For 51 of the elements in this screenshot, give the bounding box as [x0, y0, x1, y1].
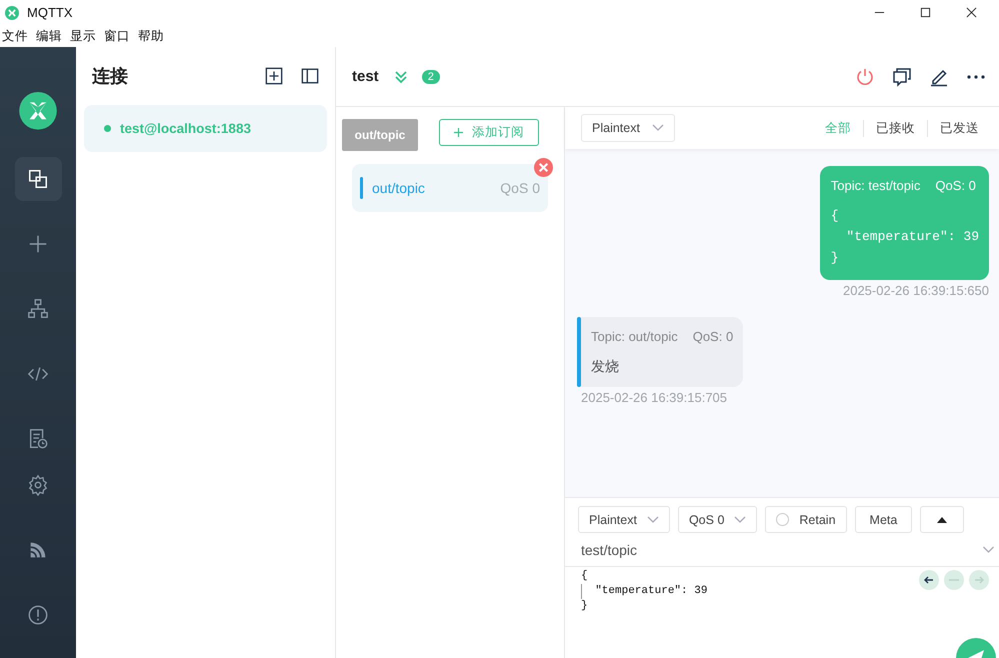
- subscription-qos: QoS 0: [500, 180, 540, 196]
- message-payload: { "temperature": 39 }: [830, 207, 979, 267]
- topic-field[interactable]: test/topic: [565, 533, 999, 567]
- message-time: 2025-02-26 16:39:15:650: [842, 283, 989, 298]
- plus-icon: [454, 128, 463, 137]
- chat-icon[interactable]: [892, 66, 912, 86]
- caret-icon: [646, 516, 659, 524]
- app-logo-icon: [18, 92, 58, 130]
- arrow-left-icon[interactable]: [919, 570, 939, 590]
- message-time: 2025-02-26 16:39:15:705: [581, 390, 728, 405]
- unread-badge: 2: [422, 70, 440, 84]
- menu-item[interactable]: 帮助: [138, 28, 164, 44]
- message-qos: QoS: 0: [692, 329, 734, 344]
- app-logo-icon: [5, 6, 19, 20]
- subscription-topic: out/topic: [372, 180, 425, 196]
- filter-tab[interactable]: 已接收: [863, 120, 927, 136]
- qos-select[interactable]: QoS 0: [678, 506, 758, 533]
- expand-button[interactable]: [920, 506, 964, 533]
- triangle-up-icon: [937, 516, 948, 522]
- menu-item[interactable]: 编辑: [36, 28, 62, 44]
- sidebar-item[interactable]: [14, 156, 62, 201]
- document-clock-icon: [27, 428, 49, 450]
- message-topic: Topic: out/topic: [591, 329, 678, 344]
- menu-item[interactable]: 窗口: [104, 28, 130, 44]
- caret-icon: [734, 516, 746, 524]
- menu-item[interactable]: 显示: [70, 28, 96, 44]
- menu-item[interactable]: 文件: [2, 28, 28, 44]
- filter-tab[interactable]: 已发送: [927, 120, 991, 136]
- info-icon: [27, 604, 49, 626]
- meta-button[interactable]: Meta: [854, 506, 912, 533]
- hierarchy-icon: [27, 298, 49, 320]
- format-select[interactable]: Plaintext: [581, 114, 675, 142]
- overlapping-squares-icon: [27, 168, 49, 190]
- format-select[interactable]: Plaintext: [578, 506, 670, 533]
- maximize-icon[interactable]: [920, 7, 931, 18]
- retain-checkbox[interactable]: Retain: [765, 506, 847, 533]
- tooltip: out/topic: [342, 119, 418, 151]
- message-qos: QoS: 0: [935, 178, 976, 193]
- caret-icon: [652, 124, 664, 132]
- add-icon[interactable]: [265, 67, 283, 85]
- connection-name: test: [352, 68, 379, 85]
- message-topic: Topic: test/topic: [830, 178, 920, 193]
- message-payload: 发烧: [591, 357, 620, 376]
- power-icon[interactable]: [855, 66, 875, 86]
- window-title: MQTTX: [27, 5, 72, 20]
- settings-icon: [27, 474, 49, 496]
- panel-toggle-icon[interactable]: [301, 67, 319, 85]
- close-icon[interactable]: [966, 7, 977, 18]
- payload-editor[interactable]: { "temperature": 39 }: [565, 567, 708, 658]
- panel-title: 连接: [92, 65, 128, 88]
- caret-icon: [982, 546, 995, 554]
